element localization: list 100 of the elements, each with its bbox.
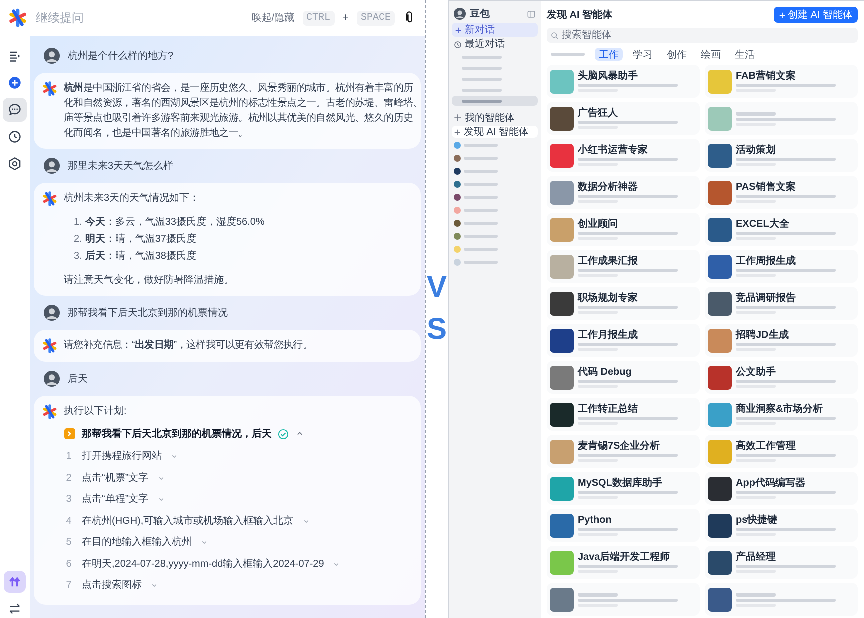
assistant-message-text: 杭州是中国浙江省的省会，是一座历史悠久、风景秀丽的城市。杭州有着丰富的历 化和自然资源，著名的西湖风景区是杭州的标志性景点之一。古老的苏堤、雷峰塔、 庙等景点也吸引着许多游客前来观光旅游。杭州以其优美的自然风光、悠久的历史 化而闻名，也是中国著名的旅游胜地之一。 <box>64 81 423 141</box>
logo-icon <box>8 8 28 28</box>
assistant-message-text: 杭州未来3天的天气情况如下： <box>64 192 201 206</box>
step-number: 5 <box>65 536 73 550</box>
assistant-logo-icon <box>42 338 58 354</box>
page-title: 发现 AI 智能体 <box>547 8 613 22</box>
agent-title: 麦肯锡7S企业分析 <box>578 441 662 452</box>
category-tab[interactable]: 创作 <box>663 48 691 60</box>
step-text[interactable]: 点击搜索图标 <box>82 578 142 594</box>
agent-title: 活动策划 <box>736 145 777 156</box>
step-text[interactable]: 在杭州(HGH),可输入城市或机场输入框输入北京 <box>82 514 294 529</box>
create-agent-button[interactable]: 创建 AI 智能体 <box>774 7 858 23</box>
step-number: 7 <box>65 579 73 594</box>
step-text[interactable]: 在目的地输入框输入杭州 <box>82 535 192 550</box>
settings-icon <box>8 157 22 171</box>
category-tab[interactable]: 工作 <box>595 48 623 60</box>
agent-card[interactable]: PAS销售文案 <box>705 176 858 209</box>
shortcut-key: CTRL <box>302 10 335 26</box>
agent-card[interactable]: 招聘JD生成 <box>705 324 858 357</box>
agent-card[interactable]: 商业洞察&市场分析 <box>705 398 858 431</box>
clock-icon <box>8 130 22 144</box>
agent-card[interactable]: FAB营销文案 <box>705 65 858 98</box>
agent-card[interactable]: 活动策划 <box>705 139 858 172</box>
user-avatar-icon <box>44 158 60 174</box>
step-text[interactable]: 点击“机票”文字 <box>82 470 149 486</box>
agent-card[interactable]: 麦肯锡7S企业分析 <box>547 435 700 468</box>
new-chat-icon <box>8 76 22 90</box>
agent-card[interactable]: 工作转正总结 <box>547 398 700 431</box>
agent-card[interactable]: 工作成果汇报 <box>547 250 700 283</box>
list-number: 3. <box>74 250 82 264</box>
upgrade-button[interactable] <box>4 571 26 593</box>
agent-card[interactable]: 创业顾问 <box>547 213 700 246</box>
search-field[interactable]: 搜索智能体 <box>547 28 858 43</box>
chat-icon <box>8 103 22 117</box>
agent-title: 公文助手 <box>736 367 777 378</box>
agent-title: MySQL数据库助手 <box>578 478 664 489</box>
assistant-logo-icon <box>42 81 58 97</box>
agent-title: App代码编写器 <box>736 478 806 489</box>
step-text[interactable]: 点击“单程”文字 <box>82 492 149 508</box>
search-icon <box>551 32 559 40</box>
category-tab[interactable]: 生活 <box>731 48 759 60</box>
agent-card[interactable]: 高效工作管理 <box>705 435 858 468</box>
plan-title: 那帮我看下后天北京到那的机票情况，后天 <box>82 427 272 442</box>
clock-icon <box>454 40 462 48</box>
user-avatar-icon <box>44 48 60 64</box>
agent-title: 产品经理 <box>736 552 777 563</box>
step-text[interactable]: 在明天,2024-07-28,yyyy-mm-dd输入框输入2024-07-29 <box>82 556 324 572</box>
plan-task-icon <box>64 428 76 440</box>
sidebar-toggle-icon[interactable] <box>527 10 536 18</box>
agent-card[interactable]: App代码编写器 <box>705 472 858 505</box>
assistant-message-text: 请注意天气变化，做好防暑降温措施。 <box>64 274 235 288</box>
agent-title: 创业顾问 <box>578 219 619 230</box>
agent-title: PAS销售文案 <box>736 182 797 193</box>
agent-title: Java后端开发工程师 <box>578 552 672 563</box>
new-chat-button[interactable]: 新对话 <box>452 23 538 37</box>
agent-card[interactable] <box>705 583 858 616</box>
category-tab[interactable]: 绘画 <box>697 48 725 60</box>
rail-button[interactable] <box>3 98 27 122</box>
agent-card[interactable]: Java后端开发工程师 <box>547 546 700 579</box>
agent-title: 招聘JD生成 <box>736 330 790 341</box>
step-number: 2 <box>65 472 73 486</box>
agent-title: 头脑风暴助手 <box>578 71 639 82</box>
assistant-logo-icon <box>42 191 58 207</box>
agent-card[interactable]: 竞品调研报告 <box>705 287 858 320</box>
agent-card[interactable]: 产品经理 <box>705 546 858 579</box>
recent-chat-item[interactable] <box>452 96 538 106</box>
step-number: 6 <box>65 558 73 572</box>
agent-title: 工作月报生成 <box>578 330 639 341</box>
agent-title: 商业洞察&市场分析 <box>736 404 824 415</box>
question-input-field[interactable]: 继续提问 <box>36 9 244 27</box>
agent-title: 职场规划专家 <box>578 293 639 304</box>
agent-card[interactable]: Python <box>547 509 700 542</box>
agent-card[interactable]: 头脑风暴助手 <box>547 65 700 98</box>
agent-card[interactable]: EXCEL大全 <box>705 213 858 246</box>
agent-card[interactable]: ps快捷键 <box>705 509 858 542</box>
agent-item[interactable]: 发现 AI 智能体 <box>452 126 538 138</box>
agent-card[interactable]: 数据分析神器 <box>547 176 700 209</box>
user-avatar-icon <box>44 371 60 387</box>
agent-card[interactable]: 职场规划专家 <box>547 287 700 320</box>
assistant-logo-icon <box>42 404 58 420</box>
agent-card[interactable]: 广告狂人 <box>547 102 700 135</box>
agent-card[interactable]: 公文助手 <box>705 361 858 394</box>
section-title: 我的智能体 <box>465 112 515 126</box>
agent-card[interactable] <box>547 583 700 616</box>
agent-card[interactable]: 小红书运营专家 <box>547 139 700 172</box>
category-tab[interactable]: 学习 <box>629 48 657 60</box>
agent-title: 工作成果汇报 <box>578 256 639 267</box>
agent-title: 竞品调研报告 <box>736 293 797 304</box>
agent-title: 代码 Debug <box>578 367 633 378</box>
agent-card[interactable]: MySQL数据库助手 <box>547 472 700 505</box>
agent-card[interactable]: 工作周报生成 <box>705 250 858 283</box>
list-number: 1. <box>74 216 82 230</box>
list-item-text: 后天：晴，气温38摄氏度 <box>85 250 196 264</box>
user-message: 那里未来3天天气怎么样 <box>68 160 174 174</box>
agent-card[interactable]: 工作月报生成 <box>547 324 700 357</box>
agent-title: EXCEL大全 <box>736 219 790 230</box>
step-text[interactable]: 打开携程旅行网站 <box>82 449 162 464</box>
agent-card[interactable]: 代码 Debug <box>547 361 700 394</box>
swap-icon[interactable] <box>8 602 22 616</box>
section-title: 最近对话 <box>465 38 505 52</box>
